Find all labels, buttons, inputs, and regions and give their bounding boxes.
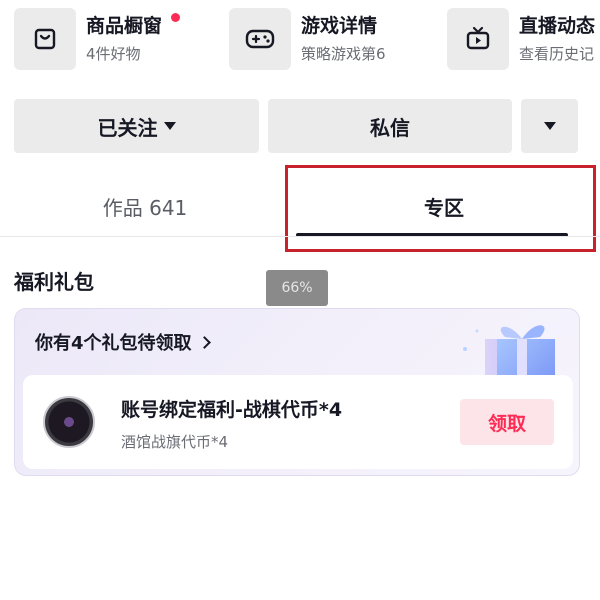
shortcut-subtitle: 查看历史记 <box>519 45 595 63</box>
notification-dot <box>171 13 180 22</box>
shortcut-live-activity[interactable]: 直播动态 查看历史记 <box>447 8 595 70</box>
shortcut-title: 直播动态 <box>519 15 596 37</box>
gift-item: 账号绑定福利-战棋代币*4 酒馆战旗代币*4 领取 <box>23 375 573 469</box>
zoom-indicator: 66% <box>266 270 328 306</box>
followed-button[interactable]: 已关注 <box>14 99 259 153</box>
caret-down-icon <box>543 122 556 130</box>
tv-icon <box>447 8 509 70</box>
shop-bag-icon <box>14 8 76 70</box>
item-thumbnail <box>43 396 95 448</box>
gamepad-icon <box>229 8 291 70</box>
gift-header-link[interactable]: 你有4个礼包待领取 <box>35 329 211 355</box>
more-options-button[interactable] <box>521 99 578 153</box>
followed-label: 已关注 <box>97 115 158 140</box>
gift-header-text: 你有4个礼包待领取 <box>35 333 192 354</box>
shortcut-game-details[interactable]: 游戏详情 策略游戏第6 <box>229 8 386 70</box>
item-subtitle: 酒馆战旗代币*4 <box>121 433 229 451</box>
shortcut-shop-window[interactable]: 商品橱窗 4件好物 <box>14 8 162 70</box>
highlight-box <box>285 165 596 252</box>
message-button[interactable]: 私信 <box>268 99 512 153</box>
shortcut-subtitle: 4件好物 <box>86 45 141 63</box>
gift-package-card: 你有4个礼包待领取 账号绑定福利-战棋代币*4 酒馆战旗代币*4 领取 <box>14 308 580 476</box>
claim-button[interactable]: 领取 <box>460 399 554 445</box>
shortcut-title: 商品橱窗 <box>86 15 163 37</box>
chevron-right-icon <box>197 335 211 349</box>
section-title: 福利礼包 <box>14 270 94 294</box>
message-label: 私信 <box>370 115 410 140</box>
tab-works[interactable]: 作品 641 <box>0 180 290 232</box>
caret-down-icon <box>163 122 176 130</box>
item-title: 账号绑定福利-战棋代币*4 <box>121 399 343 421</box>
divider <box>0 236 600 237</box>
tab-label: 作品 641 <box>102 195 188 220</box>
shortcut-subtitle: 策略游戏第6 <box>301 45 386 63</box>
shortcut-title: 游戏详情 <box>301 15 378 37</box>
